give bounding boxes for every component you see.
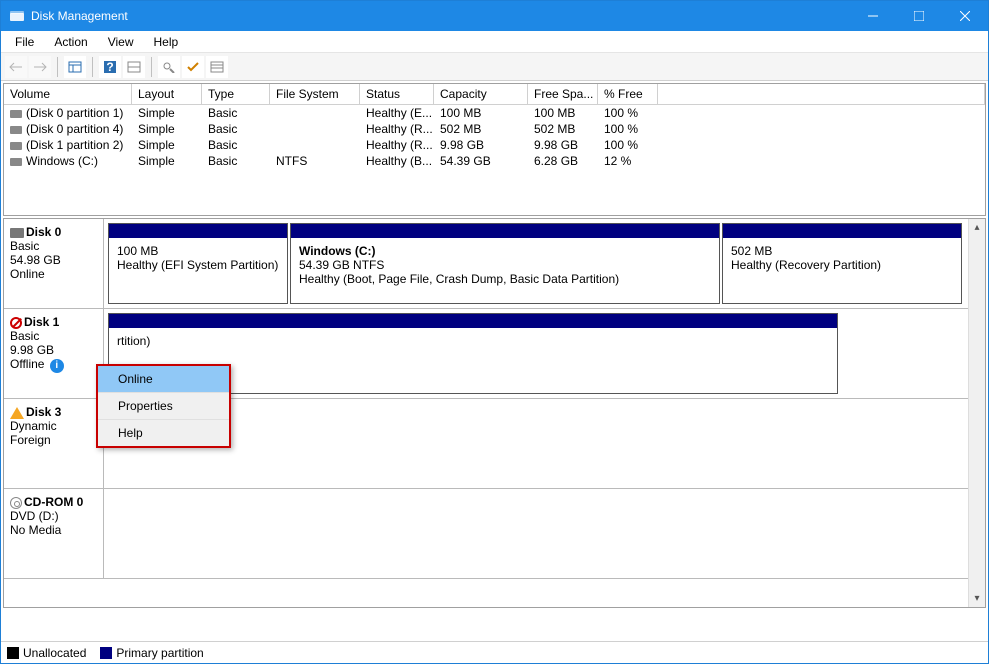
volume-icon	[10, 126, 22, 134]
volume-row[interactable]: Windows (C:)SimpleBasicNTFSHealthy (B...…	[4, 153, 985, 169]
menu-action[interactable]: Action	[44, 33, 97, 51]
volume-row[interactable]: (Disk 0 partition 1)SimpleBasicHealthy (…	[4, 105, 985, 121]
warning-icon	[10, 407, 24, 419]
action-button[interactable]	[158, 56, 180, 78]
volume-list-header: VolumeLayoutTypeFile SystemStatusCapacit…	[4, 84, 985, 105]
help-button[interactable]: ?	[99, 56, 121, 78]
partition-container	[104, 399, 985, 488]
toolbar: ?	[1, 53, 988, 81]
volume-list: VolumeLayoutTypeFile SystemStatusCapacit…	[3, 83, 986, 216]
disk-label[interactable]: Disk 1Basic9.98 GBOffline i	[4, 309, 104, 398]
context-menu-item-help[interactable]: Help	[98, 420, 229, 446]
column-header[interactable]: Layout	[132, 84, 202, 104]
disk-label[interactable]: CD-ROM 0DVD (D:)No Media	[4, 489, 104, 578]
svg-text:?: ?	[106, 60, 113, 74]
separator	[57, 57, 58, 77]
volume-list-body: (Disk 0 partition 1)SimpleBasicHealthy (…	[4, 105, 985, 215]
disk-row: Disk 0Basic54.98 GBOnline100 MBHealthy (…	[4, 219, 985, 309]
check-button[interactable]	[182, 56, 204, 78]
context-menu: OnlinePropertiesHelp	[96, 364, 231, 448]
partition[interactable]: 502 MBHealthy (Recovery Partition)	[722, 223, 962, 304]
context-menu-item-online[interactable]: Online	[98, 366, 229, 393]
partition-stripe	[109, 224, 287, 238]
list-button[interactable]	[206, 56, 228, 78]
layout-button[interactable]	[123, 56, 145, 78]
column-header[interactable]: File System	[270, 84, 360, 104]
partition-container: 100 MBHealthy (EFI System Partition)Wind…	[104, 219, 985, 308]
cdrom-icon	[10, 497, 22, 509]
disk-icon	[10, 228, 24, 238]
partition-container	[104, 489, 985, 578]
scroll-up-icon[interactable]: ▴	[969, 219, 985, 236]
volume-icon	[10, 158, 22, 166]
legend-unallocated: Unallocated	[7, 646, 86, 660]
maximize-button[interactable]	[896, 1, 942, 31]
offline-icon	[10, 317, 22, 329]
app-icon	[9, 8, 25, 24]
column-header[interactable]: % Free	[598, 84, 658, 104]
minimize-button[interactable]	[850, 1, 896, 31]
view-button[interactable]	[64, 56, 86, 78]
legend: Unallocated Primary partition	[1, 641, 988, 663]
context-menu-item-properties[interactable]: Properties	[98, 393, 229, 420]
disk-label[interactable]: Disk 3DynamicForeign	[4, 399, 104, 488]
window-title: Disk Management	[31, 9, 128, 23]
disk-label[interactable]: Disk 0Basic54.98 GBOnline	[4, 219, 104, 308]
column-header[interactable]: Type	[202, 84, 270, 104]
volume-icon	[10, 142, 22, 150]
back-button[interactable]	[5, 56, 27, 78]
close-button[interactable]	[942, 1, 988, 31]
column-header[interactable]: Capacity	[434, 84, 528, 104]
forward-button[interactable]	[29, 56, 51, 78]
partition[interactable]: Windows (C:)54.39 GB NTFSHealthy (Boot, …	[290, 223, 720, 304]
legend-primary: Primary partition	[100, 646, 203, 660]
partition[interactable]: 100 MBHealthy (EFI System Partition)	[108, 223, 288, 304]
partition-stripe	[291, 224, 719, 238]
partition-stripe	[109, 314, 837, 328]
column-header[interactable]: Free Spa...	[528, 84, 598, 104]
separator	[92, 57, 93, 77]
column-header[interactable]: Status	[360, 84, 434, 104]
volume-icon	[10, 110, 22, 118]
separator	[151, 57, 152, 77]
menu-view[interactable]: View	[98, 33, 144, 51]
menu-file[interactable]: File	[5, 33, 44, 51]
info-icon: i	[50, 359, 64, 373]
volume-row[interactable]: (Disk 1 partition 2)SimpleBasicHealthy (…	[4, 137, 985, 153]
partition-stripe	[723, 224, 961, 238]
scroll-down-icon[interactable]: ▾	[969, 590, 985, 607]
menubar: FileActionViewHelp	[1, 31, 988, 53]
column-header[interactable]: Volume	[4, 84, 132, 104]
menu-help[interactable]: Help	[144, 33, 189, 51]
scrollbar[interactable]: ▴ ▾	[968, 219, 985, 607]
titlebar: Disk Management	[1, 1, 988, 31]
disk-row: CD-ROM 0DVD (D:)No Media	[4, 489, 985, 579]
volume-row[interactable]: (Disk 0 partition 4)SimpleBasicHealthy (…	[4, 121, 985, 137]
partition-container: rtition)	[104, 309, 985, 398]
